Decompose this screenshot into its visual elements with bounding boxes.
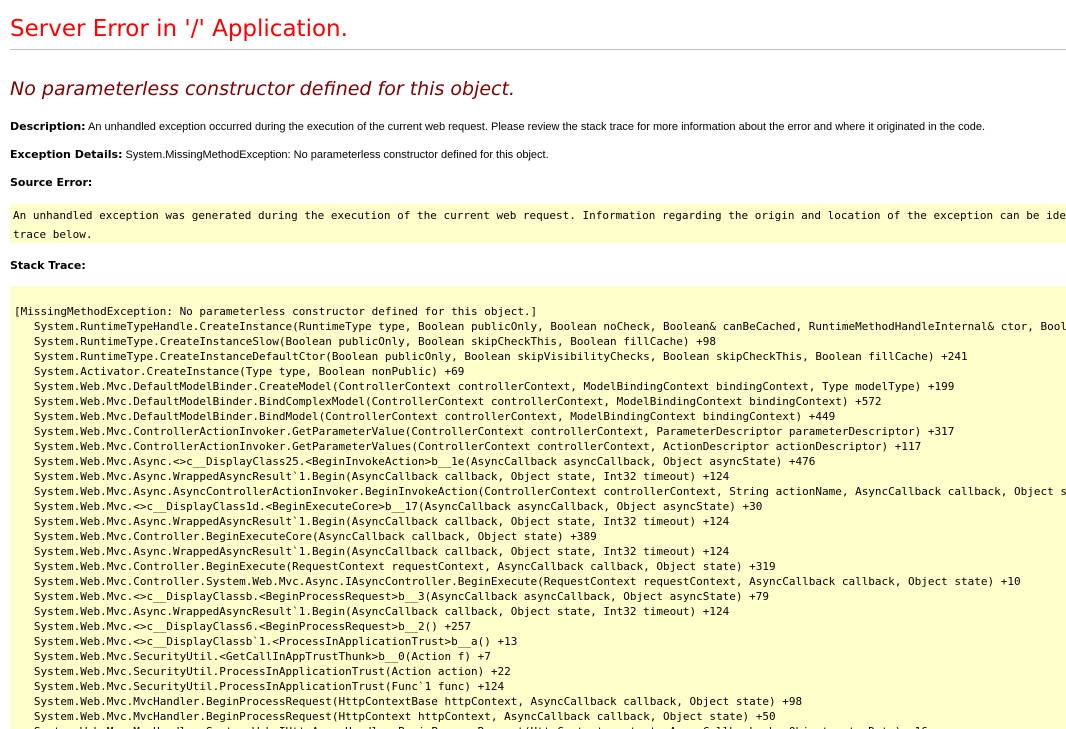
stack-trace-line: System.Web.Mvc.DefaultModelBinder.BindCo… [14, 395, 882, 408]
stack-trace-label: Stack Trace: [10, 259, 86, 272]
description-label: Description: [10, 120, 86, 133]
stack-trace-line: System.Web.Mvc.<>c__DisplayClass1d.<Begi… [14, 500, 763, 513]
stack-trace-line: System.Web.Mvc.DefaultModelBinder.Create… [14, 380, 955, 393]
stack-trace-line: System.Web.Mvc.<>c__DisplayClass6.<Begin… [14, 620, 471, 633]
description-text: An unhandled exception occurred during t… [85, 121, 986, 133]
stack-trace-line: System.Web.Mvc.Async.WrappedAsyncResult`… [14, 515, 730, 528]
stack-trace-line: System.RuntimeTypeHandle.CreateInstance(… [33, 320, 1066, 333]
exception-details-text: System.MissingMethodException: No parame… [122, 149, 549, 161]
stack-trace-box: [MissingMethodException: No parameterles… [10, 286, 1066, 729]
exception-details-label: Exception Details: [10, 148, 123, 161]
stack-trace-line: System.Web.Mvc.DefaultModelBinder.BindMo… [14, 410, 836, 423]
stack-trace-line: System.Web.Mvc.Async.WrappedAsyncResult`… [14, 605, 730, 618]
stack-trace-line: System.Activator.CreateInstance(Type typ… [14, 365, 465, 378]
source-error-line: An unhandled exception was generated dur… [13, 209, 1066, 222]
stack-trace-line: System.Web.Mvc.Controller.BeginExecuteCo… [14, 530, 597, 543]
source-error-text: An unhandled exception was generated dur… [13, 206, 1066, 243]
source-error-label: Source Error: [10, 176, 93, 189]
stack-trace-line: System.Web.Mvc.SecurityUtil.ProcessInApp… [14, 680, 505, 693]
stack-trace-line: System.Web.Mvc.<>c__DisplayClassb`1.<Pro… [14, 635, 518, 648]
error-page: Server Error in '/' Application. No para… [0, 0, 1066, 729]
stack-trace-line: System.Web.Mvc.SecurityUtil.ProcessInApp… [14, 665, 511, 678]
title-divider [10, 49, 1066, 50]
stack-trace-line: System.RuntimeType.CreateInstanceSlow(Bo… [14, 335, 716, 348]
stack-trace-line: System.Web.Mvc.MvcHandler.BeginProcessRe… [14, 710, 776, 723]
stack-trace-heading: Stack Trace: [10, 259, 86, 273]
error-message-heading: No parameterless constructor defined for… [10, 78, 515, 100]
stack-trace-line: [MissingMethodException: No parameterles… [14, 305, 538, 318]
stack-trace-line: System.Web.Mvc.Async.WrappedAsyncResult`… [14, 470, 730, 483]
stack-trace-line: System.Web.Mvc.Async.<>c__DisplayClass25… [14, 455, 816, 468]
stack-trace-line: System.Web.Mvc.ControllerActionInvoker.G… [14, 440, 922, 453]
source-error-box: An unhandled exception was generated dur… [10, 204, 1066, 243]
stack-trace-line: System.Web.Mvc.MvcHandler.BeginProcessRe… [14, 695, 803, 708]
stack-trace-line: System.Web.Mvc.<>c__DisplayClassb.<Begin… [14, 590, 769, 603]
source-error-heading: Source Error: [10, 176, 92, 190]
stack-trace-line: System.Web.Mvc.Controller.System.Web.Mvc… [14, 575, 1021, 588]
stack-trace-line: System.Web.Mvc.Async.WrappedAsyncResult`… [14, 545, 730, 558]
page-title: Server Error in '/' Application. [10, 16, 348, 42]
exception-details-line: Exception Details: System.MissingMethodE… [10, 148, 549, 162]
stack-trace-text: [MissingMethodException: No parameterles… [14, 304, 1066, 729]
stack-trace-line: System.Web.Mvc.ControllerActionInvoker.G… [14, 425, 955, 438]
stack-trace-line: System.Web.Mvc.Controller.BeginExecute(R… [14, 560, 776, 573]
stack-trace-line: System.Web.Mvc.MvcHandler.System.Web.IHt… [14, 725, 928, 729]
source-error-line: trace below. [13, 228, 93, 241]
stack-trace-line: System.Web.Mvc.Async.AsyncControllerActi… [14, 485, 1066, 498]
stack-trace-line: System.Web.Mvc.SecurityUtil.<GetCallInAp… [14, 650, 491, 663]
description-line: Description: An unhandled exception occu… [10, 120, 985, 134]
stack-trace-line: System.RuntimeType.CreateInstanceDefault… [14, 350, 968, 363]
